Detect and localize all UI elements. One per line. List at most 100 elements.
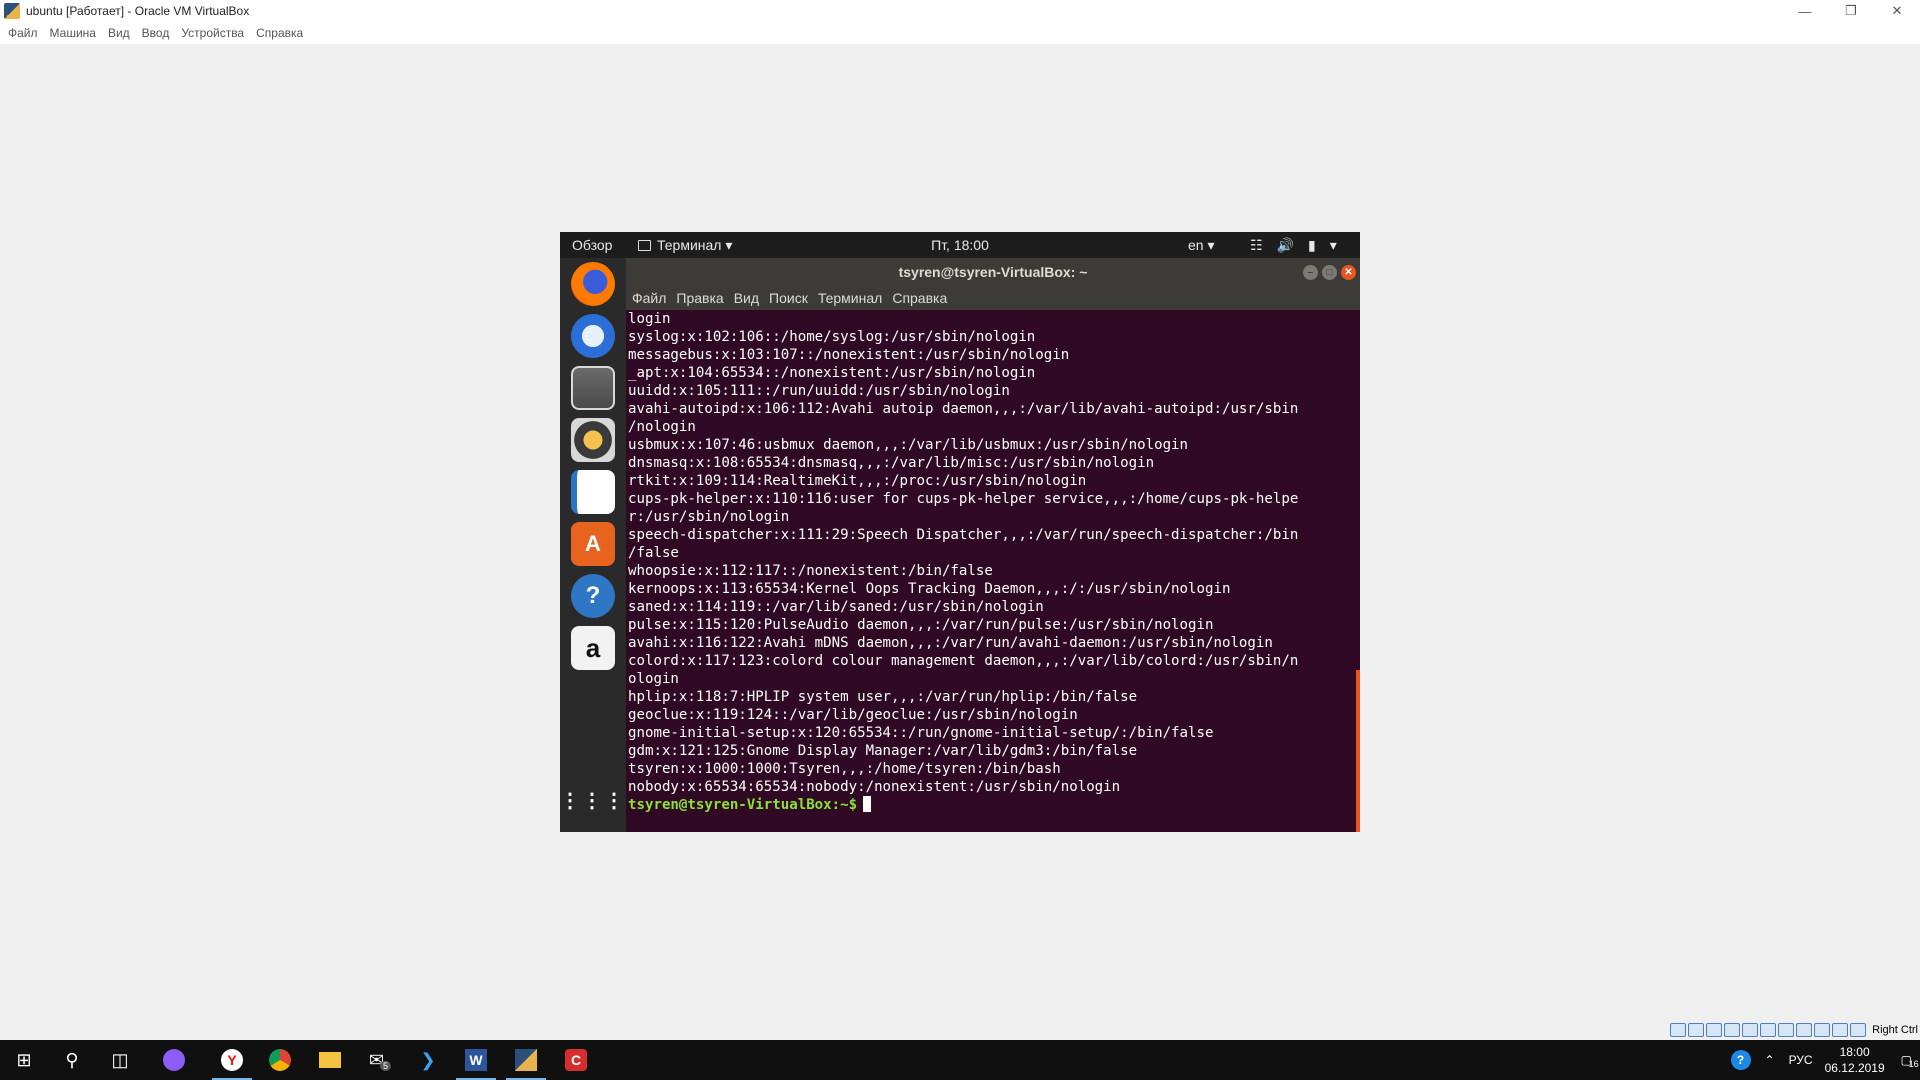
terminal-menu-help[interactable]: Справка (892, 290, 957, 306)
taskbar-time: 18:00 (1839, 1045, 1870, 1059)
files-icon[interactable] (571, 366, 615, 410)
terminal-prompt-line[interactable]: tsyren@tsyren-VirtualBox:~$ (628, 796, 1340, 814)
optical-drive-icon[interactable] (1688, 1023, 1705, 1037)
app-menu-label: Терминал ▾ (657, 237, 733, 253)
chrome-icon[interactable] (256, 1040, 304, 1080)
thunderbird-icon[interactable] (571, 314, 615, 358)
vbox-menu-input[interactable]: Ввод (138, 26, 178, 40)
minimize-icon[interactable]: — (1782, 0, 1828, 22)
terminal-window-buttons: – □ ✕ (1303, 265, 1356, 280)
terminal-menu-terminal[interactable]: Терминал (818, 290, 892, 306)
terminal-title-bar[interactable]: tsyren@tsyren-VirtualBox: ~ – □ ✕ (626, 258, 1360, 286)
display-icon[interactable] (1778, 1023, 1795, 1037)
terminal-line: r:/usr/sbin/nologin (628, 509, 790, 525)
terminal-line: geoclue:x:119:124::/var/lib/geoclue:/usr… (628, 707, 1078, 723)
notification-center-icon[interactable]: ▢ 16 (1901, 1053, 1919, 1069)
help-tray-icon[interactable]: ? (1730, 1050, 1751, 1070)
terminal-line: usbmux:x:107:46:usbmux daemon,,,:/var/li… (628, 437, 1189, 453)
terminal-close-button[interactable]: ✕ (1341, 265, 1356, 280)
terminal-scrollbar[interactable] (1356, 310, 1360, 832)
task-view-icon[interactable]: ◫ (96, 1040, 144, 1080)
text-cursor (863, 796, 872, 812)
vbox-menubar: Файл Машина Вид Ввод Устройства Справка (0, 22, 1920, 44)
network-adapter-icon[interactable] (1724, 1023, 1741, 1037)
vt-x-icon[interactable] (1814, 1023, 1831, 1037)
gnome-top-bar: Обзор Терминал ▾ Пт, 18:00 en ▾ ☷ 🔊 ▮ ▾ (560, 232, 1360, 258)
scrollbar-thumb[interactable] (1356, 670, 1360, 832)
hard-disk-icon[interactable] (1670, 1023, 1687, 1037)
terminal-line: speech-dispatcher:x:111:29:Speech Dispat… (628, 527, 1299, 543)
alice-assistant-icon[interactable] (150, 1040, 198, 1080)
restore-icon[interactable]: ❐ (1828, 0, 1874, 22)
vbox-menu-file[interactable]: Файл (4, 26, 46, 40)
software-icon[interactable]: A (571, 522, 615, 566)
help-icon[interactable]: ? (571, 574, 615, 618)
terminal-line: rtkit:x:109:114:RealtimeKit,,,:/proc:/us… (628, 473, 1087, 489)
terminal-menu-edit[interactable]: Правка (676, 290, 733, 306)
terminal-line: login (628, 311, 671, 327)
word-icon[interactable]: W (452, 1040, 500, 1080)
shared-folders-icon[interactable] (1760, 1023, 1777, 1037)
guest-screen[interactable]: Обзор Терминал ▾ Пт, 18:00 en ▾ ☷ 🔊 ▮ ▾ … (560, 232, 1360, 832)
writer-icon[interactable] (571, 470, 615, 514)
yandex-browser-icon[interactable]: Y (208, 1040, 256, 1080)
network-icon: ☷ (1250, 237, 1263, 253)
vbox-menu-help[interactable]: Справка (252, 26, 311, 40)
mouse-integration-icon[interactable] (1832, 1023, 1849, 1037)
vbox-titlebar: ubuntu [Работает] - Oracle VM VirtualBox… (0, 0, 1920, 22)
vscode-icon[interactable]: ❯ (404, 1040, 452, 1080)
virtualbox-taskbar-icon[interactable] (502, 1040, 550, 1080)
terminal-line: syslog:x:102:106::/home/syslog:/usr/sbin… (628, 329, 1036, 345)
terminal-line: cups-pk-helper:x:110:116:user for cups-p… (628, 491, 1299, 507)
terminal-line: dnsmasq:x:108:65534:dnsmasq,,,:/var/lib/… (628, 455, 1155, 471)
chevron-down-icon: ▾ (1329, 237, 1337, 253)
terminal-menu-view[interactable]: Вид (734, 290, 769, 306)
terminal-line: kernoops:x:113:65534:Kernel Oops Trackin… (628, 581, 1231, 597)
mail-badge: 5 (380, 1061, 392, 1071)
mail-icon[interactable]: ✉ 5 (356, 1040, 404, 1080)
file-explorer-icon[interactable] (306, 1040, 354, 1080)
terminal-maximize-button[interactable]: □ (1322, 265, 1337, 280)
start-button[interactable]: ⊞ (0, 1040, 48, 1080)
terminal-line: whoopsie:x:112:117::/nonexistent:/bin/fa… (628, 563, 993, 579)
rhythmbox-icon[interactable] (571, 418, 615, 462)
chevron-up-icon[interactable]: ⌃ (1765, 1053, 1775, 1067)
system-tray-area: ? ⌃ РУС 18:00 06.12.2019 ▢ 16 (1730, 1040, 1920, 1080)
clock[interactable]: Пт, 18:00 (931, 237, 989, 253)
search-icon[interactable]: ⚲ (48, 1040, 96, 1080)
terminal-menubar: Файл Правка Вид Поиск Терминал Справка (626, 286, 1360, 310)
system-tray[interactable]: ☷ 🔊 ▮ ▾ (1250, 237, 1337, 254)
show-apps-icon[interactable]: ⋮⋮⋮ (560, 778, 624, 822)
taskbar-clock[interactable]: 18:00 06.12.2019 (1825, 1044, 1885, 1076)
terminal-small-icon (638, 240, 651, 251)
virtualbox-app-icon (4, 3, 20, 19)
battery-icon: ▮ (1308, 237, 1316, 253)
activities-button[interactable]: Обзор (572, 237, 612, 253)
amazon-icon[interactable]: a (571, 626, 615, 670)
terminal-menu-file[interactable]: Файл (632, 290, 676, 306)
vbox-menu-devices[interactable]: Устройства (177, 26, 252, 40)
firefox-icon[interactable] (571, 262, 615, 306)
terminal-line: pulse:x:115:120:PulseAudio daemon,,,:/va… (628, 617, 1214, 633)
terminal-line: /false (628, 545, 679, 561)
terminal-title: tsyren@tsyren-VirtualBox: ~ (898, 264, 1088, 280)
terminal-line: avahi:x:116:122:Avahi mDNS daemon,,,:/va… (628, 635, 1273, 651)
vbox-menu-view[interactable]: Вид (104, 26, 138, 40)
usb-icon[interactable] (1742, 1023, 1759, 1037)
close-icon[interactable]: ✕ (1874, 0, 1920, 22)
app-menu-button[interactable]: Терминал ▾ (638, 237, 732, 254)
ubuntu-dock: A ? a ⋮⋮⋮ (560, 258, 626, 832)
terminal-menu-search[interactable]: Поиск (769, 290, 818, 306)
terminal-minimize-button[interactable]: – (1303, 265, 1318, 280)
app-red-icon[interactable]: C (552, 1040, 600, 1080)
taskbar-date: 06.12.2019 (1824, 1061, 1885, 1075)
terminal-output[interactable]: login syslog:x:102:106::/home/syslog:/us… (626, 310, 1360, 832)
vbox-menu-machine[interactable]: Машина (46, 26, 104, 40)
terminal-line: _apt:x:104:65534::/nonexistent:/usr/sbin… (628, 365, 1036, 381)
terminal-window[interactable]: tsyren@tsyren-VirtualBox: ~ – □ ✕ Файл П… (626, 258, 1360, 832)
video-capture-icon[interactable] (1796, 1023, 1813, 1037)
audio-icon[interactable] (1706, 1023, 1723, 1037)
input-language[interactable]: РУС (1789, 1053, 1813, 1067)
keyboard-capture-icon[interactable] (1850, 1023, 1867, 1037)
keyboard-layout-indicator[interactable]: en ▾ (1188, 237, 1215, 254)
